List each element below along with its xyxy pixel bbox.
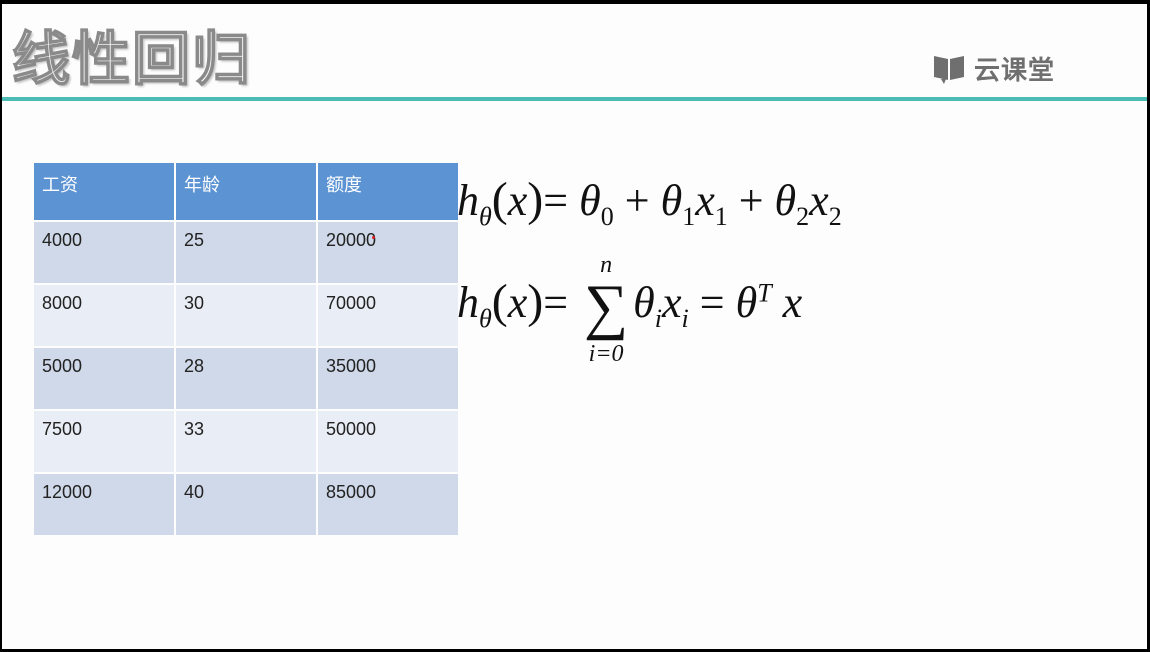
summation-symbol: n ∑ i=0 <box>584 251 629 367</box>
table-cell: 20000 <box>318 222 458 283</box>
logo-text: 云课堂 <box>974 55 1056 86</box>
slide-title: 线性回归 <box>11 24 253 94</box>
column-header-limit: 额度 <box>318 163 458 220</box>
table-cell: 35000 <box>318 348 458 409</box>
table-cell: 50000 <box>318 411 458 472</box>
table-cell: 85000 <box>318 474 458 535</box>
table-cell: 4000 <box>34 222 174 283</box>
title-divider <box>2 97 1147 101</box>
table-cell: 7500 <box>34 411 174 472</box>
table-cell: 30 <box>176 285 316 346</box>
hypothesis-formula-summation: hθ(x)= n ∑ i=0 θixi = θT x <box>457 251 803 367</box>
table-row: 5000 28 35000 <box>34 348 458 409</box>
book-icon <box>934 56 964 84</box>
table-cell: 28 <box>176 348 316 409</box>
logo: 云课堂 <box>932 51 1056 86</box>
table-cell: 40 <box>176 474 316 535</box>
table-row: 4000 25 20000 <box>34 222 458 283</box>
table-cell: 8000 <box>34 285 174 346</box>
table-row: 8000 30 70000 <box>34 285 458 346</box>
data-table: 工资 年龄 额度 4000 25 20000 8000 30 70000 500… <box>32 161 460 537</box>
table-cell: 70000 <box>318 285 458 346</box>
column-header-salary: 工资 <box>34 163 174 220</box>
table-cell: 12000 <box>34 474 174 535</box>
table-row: 7500 33 50000 <box>34 411 458 472</box>
slide: 线性回归 云课堂 工资 年龄 额度 4000 25 20000 8000 30 … <box>2 4 1147 649</box>
hypothesis-formula-expanded: hθ(x)= θ0 + θ1x1 + θ2x2 <box>457 173 842 231</box>
table-cell: 25 <box>176 222 316 283</box>
table-header-row: 工资 年龄 额度 <box>34 163 458 220</box>
pointer-dot <box>372 236 375 239</box>
table-cell: 5000 <box>34 348 174 409</box>
column-header-age: 年龄 <box>176 163 316 220</box>
table-row: 12000 40 85000 <box>34 474 458 535</box>
table-cell: 33 <box>176 411 316 472</box>
